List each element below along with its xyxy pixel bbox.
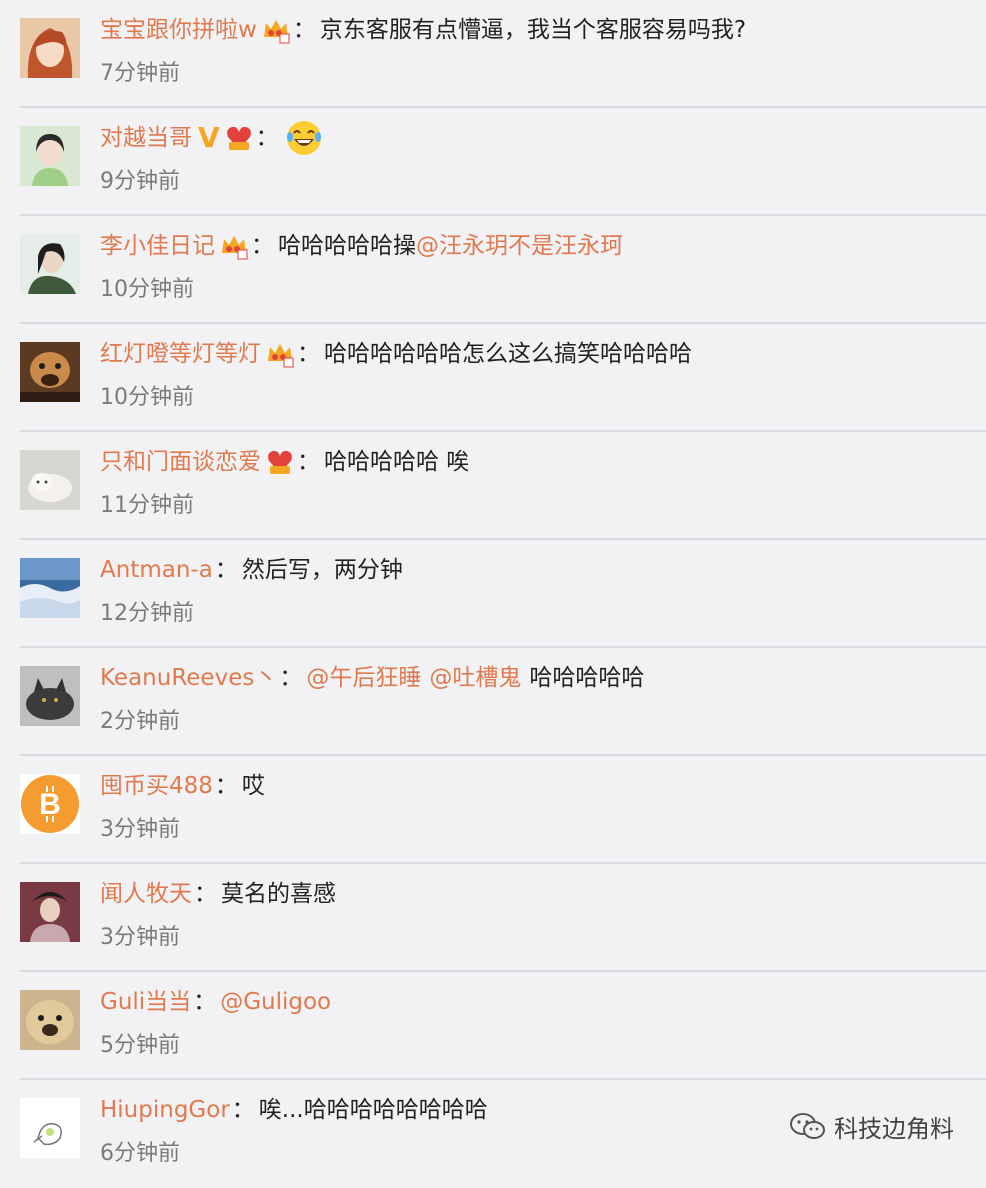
username-link[interactable]: 对越当哥	[100, 116, 192, 160]
comment-text: 哎	[241, 773, 265, 799]
username-link[interactable]: 红灯噔等灯等灯	[100, 332, 261, 376]
colon: ：	[297, 341, 320, 367]
comment-item: 对越当哥 V ： 9分钟前	[0, 108, 986, 216]
mention-link[interactable]: @吐槽鬼	[429, 656, 521, 700]
svg-text:B: B	[39, 788, 61, 821]
timestamp: 7分钟前	[100, 61, 180, 86]
username-link[interactable]: 宝宝跟你拼啦w	[100, 8, 257, 52]
timestamp: 3分钟前	[100, 925, 180, 950]
mention-link[interactable]: @午后狂睡	[306, 656, 421, 700]
timestamp: 10分钟前	[100, 277, 194, 302]
wechat-icon	[788, 1111, 828, 1143]
comment-item: Guli当当 ： @Guligoo 5分钟前	[0, 972, 986, 1080]
colon: ：	[231, 1097, 255, 1123]
username-link[interactable]: Antman-a	[100, 548, 213, 592]
username-link[interactable]: KeanuReeves丶	[100, 656, 277, 700]
colon: ：	[214, 557, 238, 583]
comment-item: 李小佳日记 ： 哈哈哈哈哈操 @汪永玥不是汪永珂 10分钟前	[0, 216, 986, 324]
colon: ：	[292, 17, 316, 43]
avatar[interactable]	[20, 342, 80, 402]
laughing-tears-emoji-icon	[285, 119, 323, 157]
avatar[interactable]	[20, 990, 80, 1050]
comment-text: 唉...哈哈哈哈哈哈哈哈	[258, 1097, 488, 1123]
avatar[interactable]	[20, 882, 80, 942]
avatar[interactable]	[20, 666, 80, 726]
comment-text: 哈哈哈哈哈 唉	[324, 449, 470, 475]
mention-link[interactable]: @Guligoo	[220, 980, 331, 1024]
comment-item: 只和门面谈恋爱 ： 哈哈哈哈哈 唉 11分钟前	[0, 432, 986, 540]
mention-link[interactable]: @汪永玥不是汪永珂	[416, 224, 623, 268]
username-link[interactable]: 闻人牧天	[100, 872, 192, 916]
comment-item: Antman-a ： 然后写，两分钟 12分钟前	[0, 540, 986, 648]
comment-text: 然后写，两分钟	[241, 557, 403, 583]
username-link[interactable]: 只和门面谈恋爱	[100, 440, 261, 484]
timestamp: 6分钟前	[100, 1141, 180, 1166]
avatar[interactable]: B	[20, 774, 80, 834]
colon: ：	[255, 125, 279, 151]
avatar[interactable]	[20, 1098, 80, 1158]
comment-text: 哈哈哈哈哈操	[278, 233, 416, 259]
comment-text: 莫名的喜感	[221, 881, 336, 907]
timestamp: 9分钟前	[100, 169, 180, 194]
avatar[interactable]	[20, 558, 80, 618]
comment-text: 哈哈哈哈哈哈怎么这么搞笑哈哈哈哈	[324, 341, 692, 367]
colon: ：	[251, 233, 274, 259]
watermark: 科技边角料	[788, 1109, 954, 1144]
timestamp: 2分钟前	[100, 709, 180, 734]
colon: ：	[214, 773, 238, 799]
timestamp: 11分钟前	[100, 493, 194, 518]
timestamp: 3分钟前	[100, 817, 180, 842]
vip-heart-badge-icon	[224, 123, 254, 153]
colon: ：	[279, 665, 303, 691]
avatar[interactable]	[20, 18, 80, 78]
avatar[interactable]	[20, 126, 80, 186]
timestamp: 12分钟前	[100, 601, 194, 626]
colon: ：	[193, 989, 217, 1015]
timestamp: 10分钟前	[100, 385, 194, 410]
username-link[interactable]: Guli当当	[100, 980, 191, 1024]
comment-item: 红灯噔等灯等灯 ： 哈哈哈哈哈哈怎么这么搞笑哈哈哈哈 10分钟前	[0, 324, 986, 432]
username-link[interactable]: 囤币买488	[100, 764, 213, 808]
watermark-label: 科技边角料	[834, 1115, 954, 1143]
colon: ：	[297, 449, 320, 475]
avatar[interactable]	[20, 234, 80, 294]
crown-badge-icon	[219, 231, 249, 261]
avatar[interactable]	[20, 450, 80, 510]
comment-text: 京东客服有点懵逼，我当个客服容易吗我?	[319, 17, 747, 43]
colon: ：	[194, 881, 217, 907]
username-link[interactable]: 李小佳日记	[100, 224, 215, 268]
vip-heart-badge-icon	[265, 447, 295, 477]
username-link[interactable]: HiupingGor	[100, 1088, 230, 1132]
comment-item: B 囤币买488 ： 哎 3分钟前	[0, 756, 986, 864]
comment-item: 闻人牧天 ： 莫名的喜感 3分钟前	[0, 864, 986, 972]
crown-badge-icon	[265, 339, 295, 369]
comment-list: 宝宝跟你拼啦w ： 京东客服有点懵逼，我当个客服容易吗我? 7分钟前 对越当哥 …	[0, 0, 986, 1188]
comment-item: KeanuReeves丶 ： @午后狂睡 @吐槽鬼 哈哈哈哈哈 2分钟前	[0, 648, 986, 756]
comment-item: 宝宝跟你拼啦w ： 京东客服有点懵逼，我当个客服容易吗我? 7分钟前	[0, 0, 986, 108]
comment-text: 哈哈哈哈哈	[529, 665, 645, 691]
timestamp: 5分钟前	[100, 1033, 180, 1058]
verified-icon: V	[198, 121, 220, 154]
crown-badge-icon	[261, 15, 291, 45]
